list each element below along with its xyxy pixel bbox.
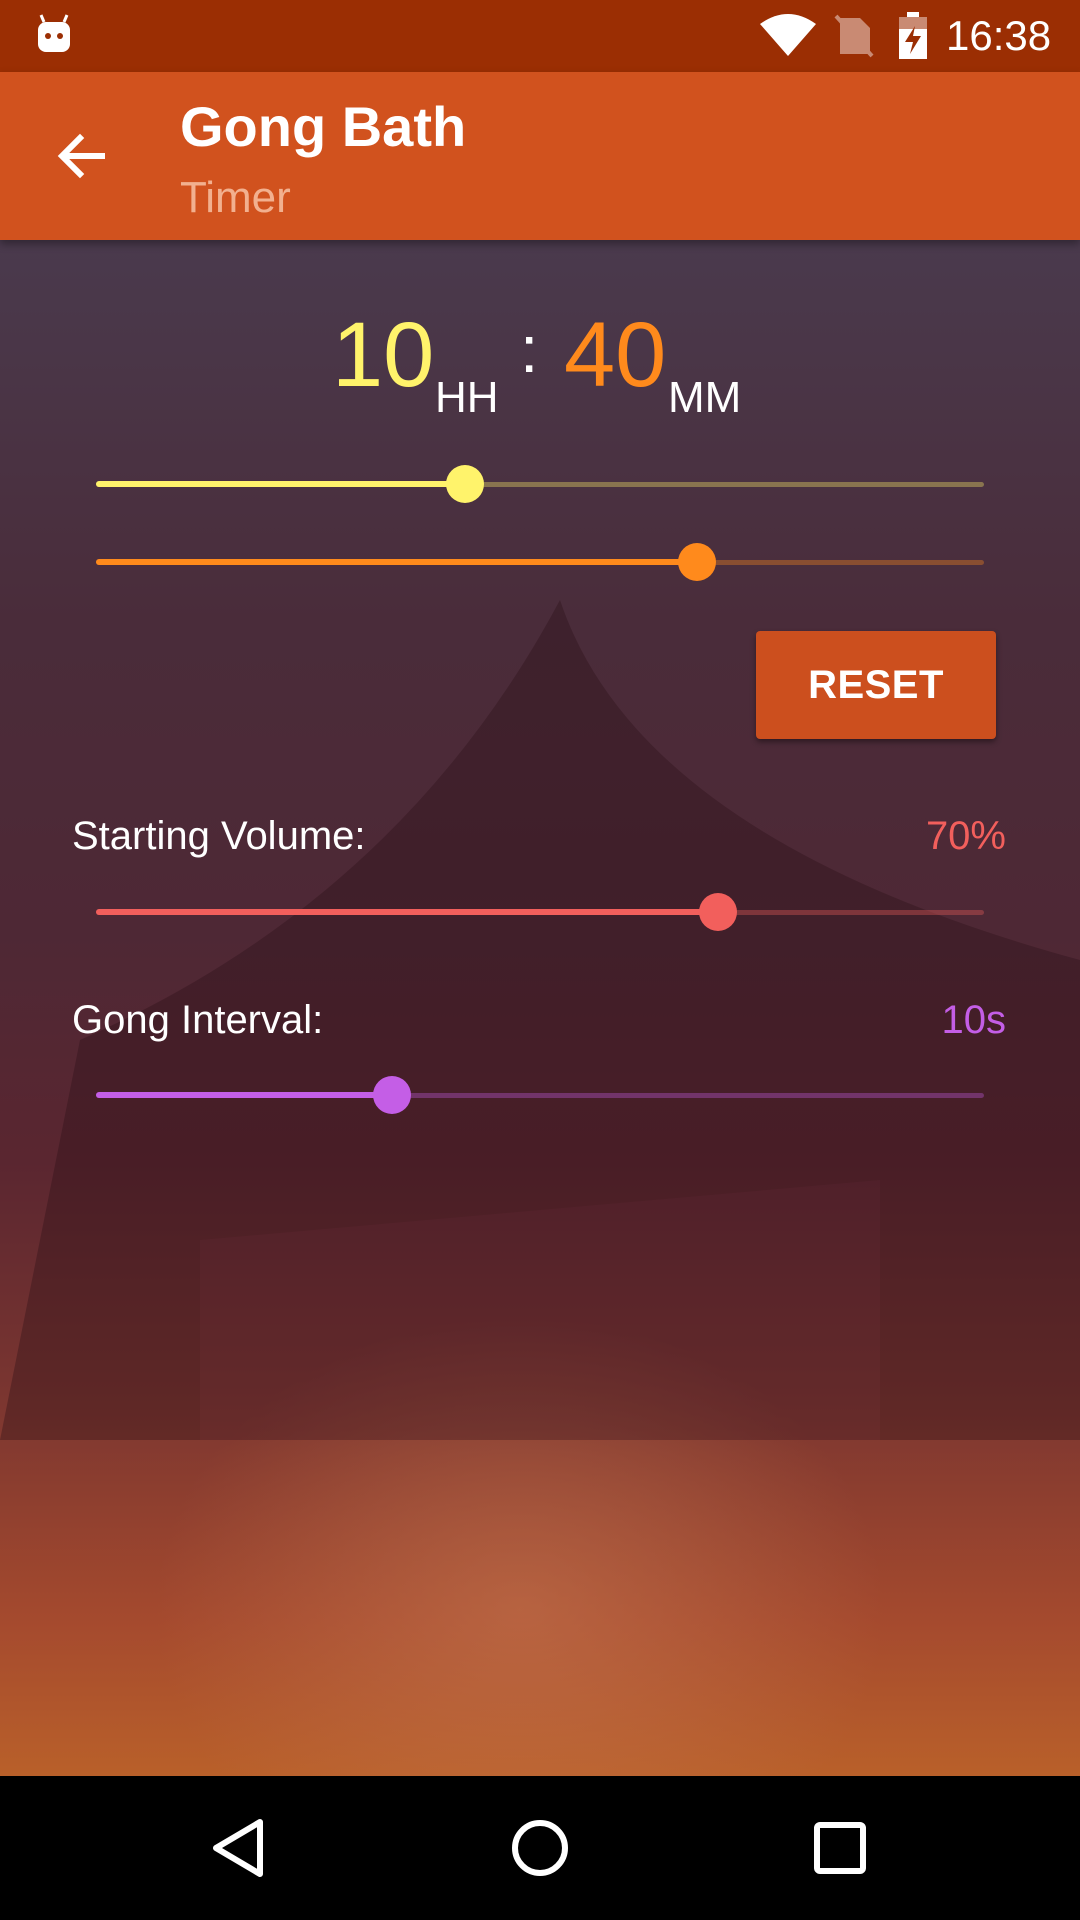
time-display: 10 HH : 40 MM bbox=[0, 300, 1080, 430]
hours-slider[interactable] bbox=[96, 464, 984, 504]
starting-volume-slider[interactable] bbox=[96, 892, 984, 932]
page-subtitle: Timer bbox=[180, 173, 291, 222]
slider-fill bbox=[96, 481, 466, 487]
starting-volume-value: 70% bbox=[925, 814, 1006, 858]
wifi-icon bbox=[760, 14, 816, 56]
minutes-slider[interactable] bbox=[96, 542, 984, 582]
slider-thumb[interactable] bbox=[446, 465, 485, 503]
hours-unit-label: HH bbox=[435, 373, 499, 422]
system-nav-bar bbox=[0, 1776, 1080, 1920]
android-icon bbox=[38, 14, 70, 52]
hours-value: 10 bbox=[332, 304, 435, 406]
timer-screen: 10 HH : 40 MM RESET Starting Volume: 70%… bbox=[0, 240, 1080, 1776]
slider-thumb[interactable] bbox=[698, 893, 737, 931]
gong-interval-label: Gong Interval: bbox=[72, 998, 324, 1042]
time-separator: : bbox=[520, 312, 539, 386]
reset-button[interactable]: RESET bbox=[756, 631, 996, 739]
app-bar: Gong Bath Timer bbox=[0, 72, 1080, 240]
back-triangle-icon[interactable] bbox=[200, 1808, 280, 1888]
gong-interval-slider[interactable] bbox=[96, 1075, 984, 1115]
minutes-unit-label: MM bbox=[668, 373, 742, 422]
home-circle-icon[interactable] bbox=[500, 1808, 580, 1888]
status-clock: 16:38 bbox=[946, 12, 1052, 59]
slider-fill bbox=[96, 909, 718, 915]
recents-square-icon[interactable] bbox=[800, 1808, 880, 1888]
slider-fill bbox=[96, 559, 698, 565]
slider-thumb[interactable] bbox=[678, 543, 717, 581]
slider-thumb[interactable] bbox=[372, 1076, 411, 1114]
battery-charging-icon bbox=[899, 12, 927, 59]
minutes-value: 40 bbox=[564, 304, 667, 406]
arrow-back-icon[interactable] bbox=[40, 118, 120, 198]
gong-interval-value: 10s bbox=[941, 998, 1007, 1042]
no-sim-icon bbox=[834, 14, 874, 58]
status-bar: 16:38 bbox=[0, 0, 1080, 72]
starting-volume-label: Starting Volume: bbox=[72, 814, 366, 858]
page-title: Gong Bath bbox=[180, 95, 467, 158]
slider-fill bbox=[96, 1092, 392, 1098]
